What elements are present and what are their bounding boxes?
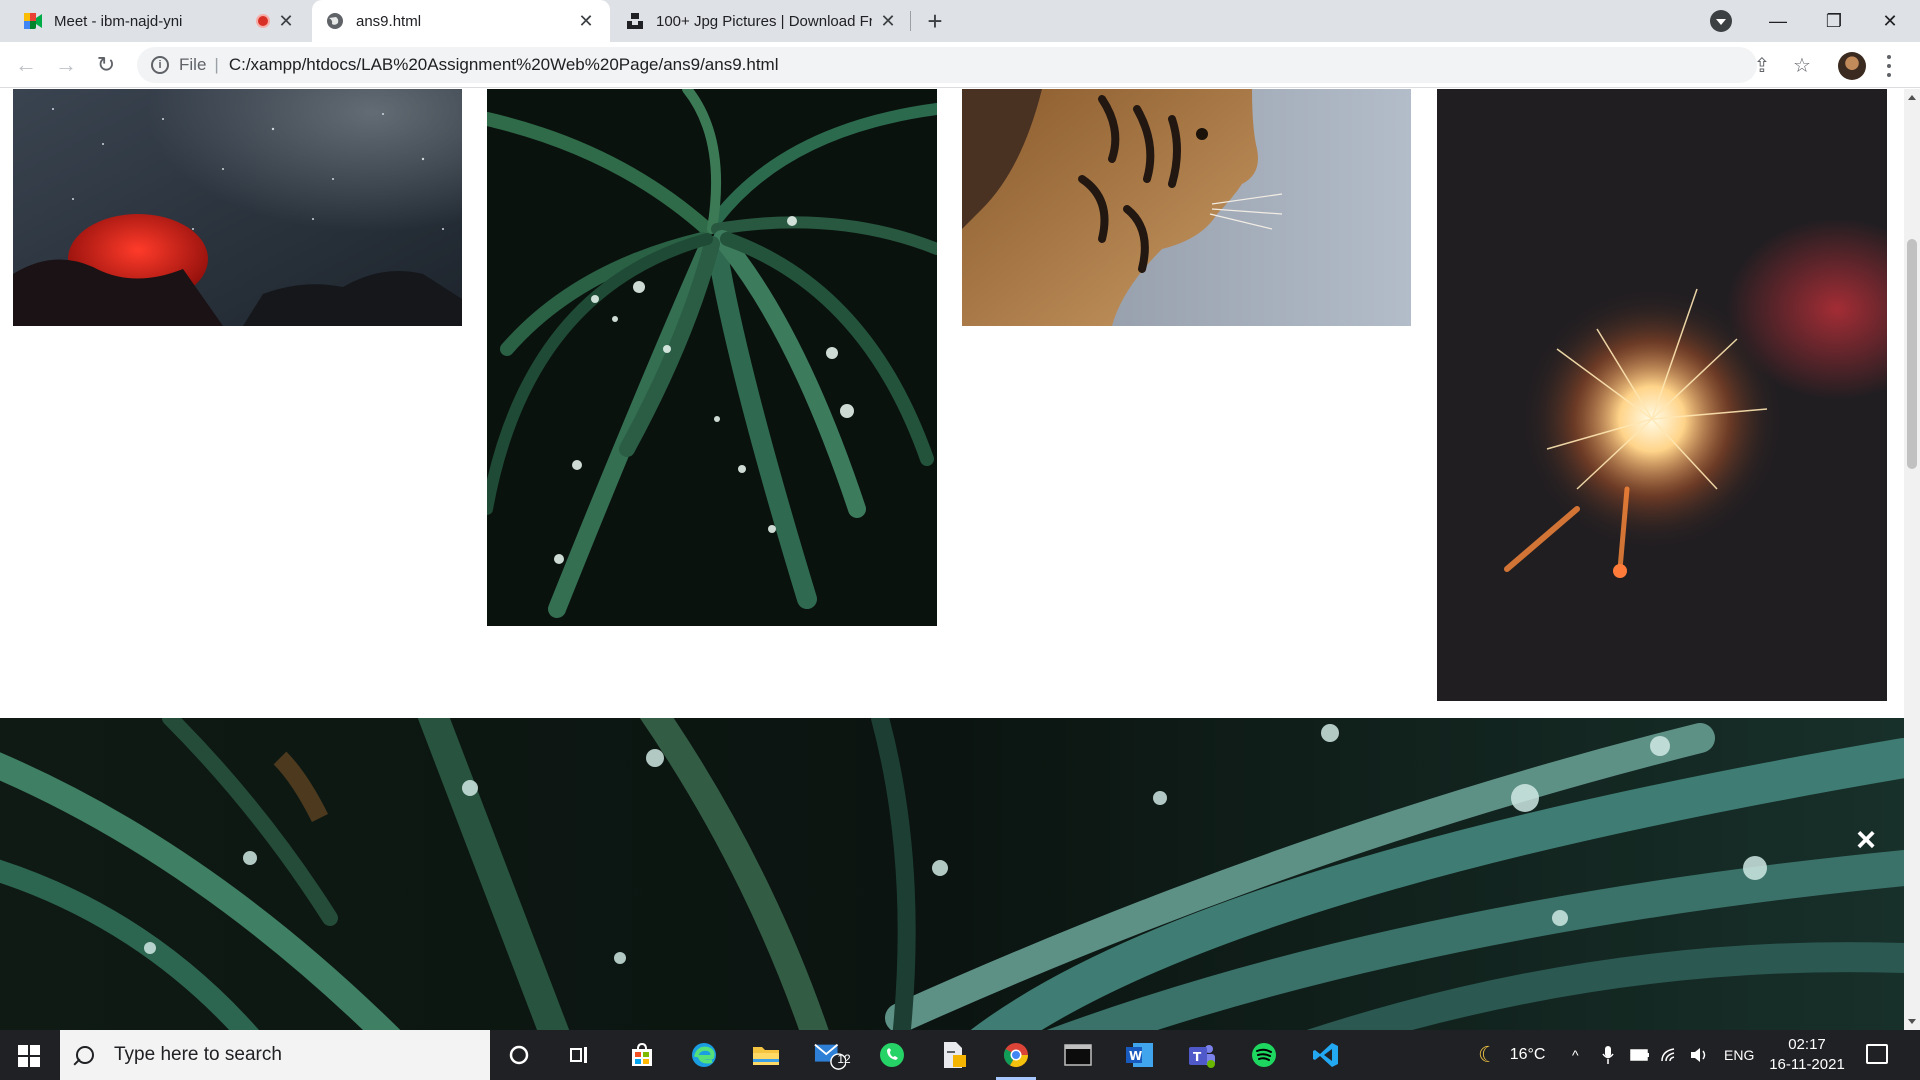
show-hidden-icons-chevron-icon[interactable]: ^ — [1572, 1030, 1579, 1080]
chrome-icon[interactable] — [1000, 1039, 1032, 1071]
unsplash-icon — [626, 12, 644, 30]
battery-icon[interactable] — [1630, 1030, 1650, 1080]
vscode-icon[interactable] — [1310, 1039, 1342, 1071]
microsoft-store-icon[interactable] — [626, 1039, 658, 1071]
svg-text:W: W — [1129, 1049, 1142, 1063]
spotify-icon[interactable] — [1248, 1039, 1280, 1071]
tiger-profile-photo — [962, 89, 1411, 326]
grass-raindrops-closeup — [0, 718, 1904, 1030]
globe-icon — [326, 12, 344, 30]
address-bar[interactable]: i File | C:/xampp/htdocs/LAB%20Assignmen… — [137, 47, 1757, 83]
tab-label: ans9.html — [356, 12, 422, 30]
whatsapp-icon[interactable] — [876, 1039, 908, 1071]
tab-search-icon[interactable] — [1710, 10, 1732, 32]
weather-temperature: 16°C — [1509, 1046, 1546, 1063]
minimize-button[interactable]: — — [1750, 0, 1806, 42]
taskbar-search-box[interactable]: Type here to search — [60, 1030, 490, 1080]
url-text[interactable]: C:/xampp/htdocs/LAB%20Assignment%20Web%2… — [229, 55, 779, 75]
edge-browser-icon[interactable] — [688, 1039, 720, 1071]
tab-divider — [910, 11, 911, 31]
gallery-image-night-sky[interactable] — [13, 89, 462, 326]
gallery-image-tiger[interactable] — [962, 89, 1411, 326]
clock-date: 16-11-2021 — [1769, 1056, 1845, 1073]
wifi-icon[interactable] — [1660, 1030, 1680, 1080]
teams-icon[interactable]: T — [1186, 1039, 1218, 1071]
clock-time: 02:17 — [1788, 1036, 1826, 1053]
scheme-label: File — [179, 55, 207, 74]
scroll-down-arrow-icon[interactable] — [1908, 1019, 1916, 1024]
task-view-icon[interactable] — [564, 1039, 596, 1071]
tab-strip: Meet - ibm-najd-yni ✕ ans9.html ✕ 100+ J… — [0, 0, 1920, 42]
bookmark-star-icon[interactable]: ☆ — [1786, 49, 1818, 81]
scrollbar-thumb[interactable] — [1907, 239, 1917, 469]
tab-meet[interactable]: Meet - ibm-najd-yni ✕ — [10, 0, 310, 42]
window-close-button[interactable]: ✕ — [1862, 0, 1918, 42]
mail-badge-count: 12 — [837, 1052, 851, 1066]
word-icon[interactable]: W — [1124, 1039, 1156, 1071]
info-icon[interactable]: i — [151, 56, 169, 74]
scroll-up-arrow-icon[interactable] — [1908, 95, 1916, 100]
lightbox-image — [0, 718, 1904, 1030]
terminal-icon[interactable] — [1062, 1039, 1094, 1071]
google-meet-icon — [24, 12, 42, 30]
moon-icon: ☾ — [1478, 1042, 1498, 1067]
windows-start-icon[interactable] — [18, 1045, 40, 1067]
leaves-with-raindrops-photo — [487, 89, 937, 626]
close-icon[interactable]: ✕ — [576, 11, 596, 31]
page-viewport: × — [0, 89, 1904, 1030]
volume-icon[interactable] — [1690, 1030, 1710, 1080]
tab-label: 100+ Jpg Pictures | Download Fre — [656, 12, 872, 30]
new-tab-button[interactable]: + — [920, 6, 950, 36]
notification-center-icon[interactable] — [1866, 1044, 1888, 1064]
menu-icon[interactable] — [1884, 52, 1894, 80]
document-tool-icon[interactable] — [938, 1039, 970, 1071]
restore-button[interactable]: ❐ — [1806, 0, 1862, 42]
weather-widget[interactable]: ☾ 16°C — [1478, 1030, 1545, 1080]
recording-icon — [256, 14, 270, 28]
tab-ans9[interactable]: ans9.html ✕ — [312, 0, 610, 42]
search-icon — [76, 1046, 94, 1064]
lightbox-close-button[interactable]: × — [1848, 821, 1884, 859]
profile-avatar[interactable] — [1838, 52, 1866, 80]
taskbar: Type here to search 12 W T ☾ 16°C ^ ENG … — [0, 1030, 1920, 1080]
sparkler-photo — [1437, 89, 1887, 701]
gallery-image-sparkler[interactable] — [1437, 89, 1887, 701]
tab-label: Meet - ibm-najd-yni — [54, 12, 183, 30]
share-icon[interactable]: ⇪ — [1746, 49, 1778, 81]
address-divider: | — [214, 55, 219, 74]
browser-toolbar: ← → ↻ i File | C:/xampp/htdocs/LAB%20Ass… — [0, 42, 1920, 88]
gallery-image-leaves[interactable] — [487, 89, 937, 626]
close-icon[interactable]: ✕ — [276, 11, 296, 31]
microphone-icon[interactable] — [1602, 1030, 1614, 1080]
file-explorer-icon[interactable] — [750, 1039, 782, 1071]
forward-arrow-icon[interactable]: → — [50, 49, 82, 81]
language-indicator[interactable]: ENG — [1724, 1030, 1754, 1080]
close-icon[interactable]: ✕ — [878, 11, 898, 31]
page-scrollbar[interactable] — [1904, 89, 1920, 1030]
taskbar-clock[interactable]: 02:17 16-11-2021 — [1764, 1035, 1850, 1075]
reload-icon[interactable]: ↻ — [90, 49, 122, 81]
cortana-icon[interactable] — [503, 1039, 535, 1071]
tab-jpg-pictures[interactable]: 100+ Jpg Pictures | Download Fre ✕ — [612, 0, 912, 42]
back-arrow-icon[interactable]: ← — [10, 49, 42, 81]
search-placeholder: Type here to search — [114, 1044, 282, 1065]
svg-text:T: T — [1193, 1050, 1202, 1064]
night-sky-tent-photo — [13, 89, 462, 326]
